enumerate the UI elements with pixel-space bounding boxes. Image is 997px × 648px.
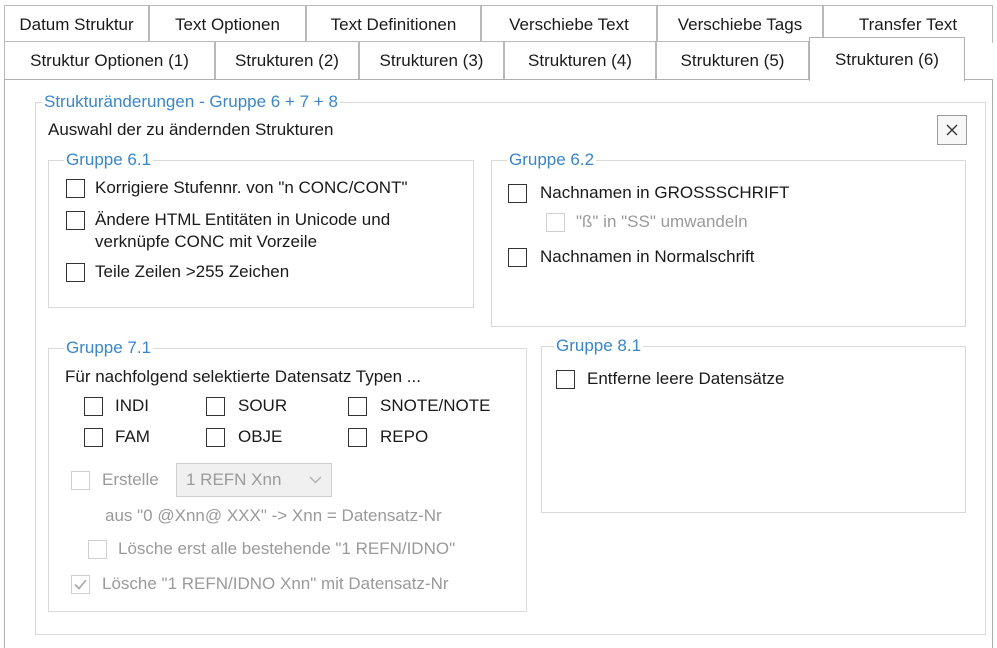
tab-text-definitionen[interactable]: Text Definitionen: [306, 5, 481, 43]
checkbox-fam[interactable]: [84, 428, 103, 447]
tab-label: Strukturen (6): [835, 49, 939, 69]
checkbox-sour[interactable]: [206, 397, 225, 416]
tab-label: Transfer Text: [858, 14, 958, 34]
label-loesche-refn-idno: Lösche "1 REFN/IDNO Xnn" mit Datensatz-N…: [102, 574, 449, 593]
tab-verschiebe-text[interactable]: Verschiebe Text: [481, 5, 657, 43]
checkbox-snote-note[interactable]: [348, 397, 367, 416]
tab-label: Verschiebe Tags: [677, 14, 803, 34]
chevron-down-icon: [309, 476, 322, 484]
tab-label: Strukturen (3): [379, 50, 484, 70]
tab-struktur-optionen-1[interactable]: Struktur Optionen (1): [4, 41, 215, 79]
checkbox-nachnamen-grossschrift[interactable]: [508, 184, 527, 203]
tab-label: Text Definitionen: [330, 14, 457, 34]
checkbox-nachnamen-normalschrift[interactable]: [508, 248, 527, 267]
tab-text-optionen[interactable]: Text Optionen: [149, 5, 306, 43]
group-title-7-1: Gruppe 7.1: [64, 338, 154, 358]
label-obje: OBJE: [238, 427, 283, 446]
label-erstelle: Erstelle: [102, 470, 159, 489]
refn-combobox[interactable]: 1 REFN Xnn: [176, 463, 332, 497]
tab-label: Struktur Optionen (1): [30, 50, 189, 70]
tab-strukturen-4[interactable]: Strukturen (4): [504, 41, 656, 79]
label-nachnamen-normalschrift: Nachnamen in Normalschrift: [540, 247, 755, 266]
label-aendere-html-entitaeten: Ändere HTML Entitäten in Unicode und: [95, 210, 391, 229]
tab-label: Verschiebe Text: [509, 14, 629, 34]
label-sour: SOUR: [238, 396, 288, 415]
checkbox-repo[interactable]: [348, 428, 367, 447]
checkbox-indi[interactable]: [84, 397, 103, 416]
tab-label: Strukturen (4): [528, 50, 632, 70]
group-title-8-1: Gruppe 8.1: [554, 336, 644, 356]
tab-datum-struktur[interactable]: Datum Struktur: [4, 5, 149, 43]
checkmark-icon: [74, 579, 87, 590]
tab-label: Strukturen (5): [680, 50, 785, 70]
tab-label: Text Optionen: [175, 14, 280, 34]
label-ss-umwandeln: "ß" in "SS" umwandeln: [576, 212, 748, 231]
subtitle: Auswahl der zu ändernden Strukturen: [48, 120, 334, 139]
tab-strukturen-6[interactable]: Strukturen (6): [809, 37, 965, 81]
label-repo: REPO: [380, 427, 429, 446]
label-entferne-leere-datensaetze: Entferne leere Datensätze: [587, 369, 785, 388]
tab-strukturen-3[interactable]: Strukturen (3): [359, 41, 504, 79]
label-aendere-html-entitaeten-line2: verknüpfe CONC mit Vorzeile: [95, 232, 318, 251]
checkbox-loesche-refn-idno[interactable]: [71, 575, 90, 594]
label-datensatz-typen-intro: Für nachfolgend selektierte Datensatz Ty…: [65, 367, 421, 386]
label-aus-xnn: aus "0 @Xnn@ XXX" -> Xnn = Datensatz-Nr: [105, 506, 442, 525]
label-teile-zeilen: Teile Zeilen >255 Zeichen: [95, 262, 290, 281]
refn-combobox-value: 1 REFN Xnn: [186, 470, 282, 489]
label-loesche-alle-bestehende: Lösche erst alle bestehende "1 REFN/IDNO…: [118, 539, 456, 558]
group-title-main: Strukturänderungen - Gruppe 6 + 7 + 8: [42, 92, 340, 112]
group-title-6-2: Gruppe 6.2: [507, 150, 597, 170]
label-nachnamen-grossschrift: Nachnamen in GROSSSCHRIFT: [540, 183, 790, 202]
checkbox-obje[interactable]: [206, 428, 225, 447]
tab-verschiebe-tags[interactable]: Verschiebe Tags: [657, 5, 823, 43]
label-indi: INDI: [115, 396, 149, 415]
label-fam: FAM: [115, 427, 150, 446]
close-button[interactable]: [937, 115, 967, 145]
tab-label: Datum Struktur: [19, 14, 134, 34]
tab-strukturen-5[interactable]: Strukturen (5): [656, 41, 809, 79]
checkbox-korrigiere-stufennr[interactable]: [66, 179, 85, 198]
checkbox-erstelle[interactable]: [71, 471, 90, 490]
tab-label: Strukturen (2): [235, 50, 339, 70]
label-snote-note: SNOTE/NOTE: [380, 396, 491, 415]
checkbox-aendere-html-entitaeten[interactable]: [66, 211, 85, 230]
checkbox-loesche-alle-bestehende[interactable]: [88, 540, 107, 559]
checkbox-ss-umwandeln[interactable]: [546, 213, 565, 232]
close-icon: [946, 124, 958, 136]
tab-strukturen-2[interactable]: Strukturen (2): [215, 41, 359, 79]
checkbox-entferne-leere-datensaetze[interactable]: [556, 370, 575, 389]
label-korrigiere-stufennr: Korrigiere Stufennr. von "n CONC/CONT": [95, 178, 408, 197]
group-title-6-1: Gruppe 6.1: [64, 150, 154, 170]
checkbox-teile-zeilen[interactable]: [66, 263, 85, 282]
